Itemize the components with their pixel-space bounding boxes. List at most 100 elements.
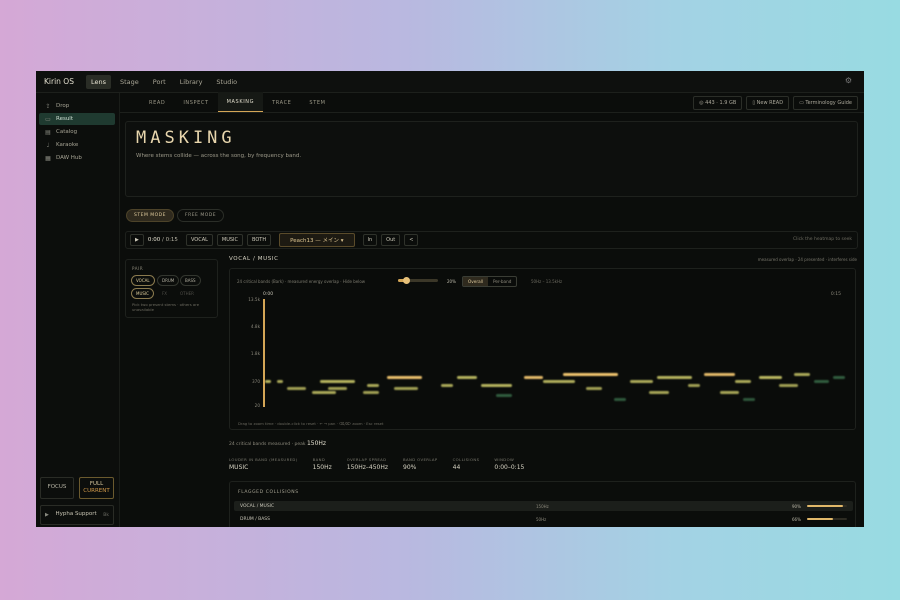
- pair-bass[interactable]: BASS: [180, 275, 201, 286]
- new-read-button[interactable]: ▯ New READ: [746, 96, 790, 110]
- collision-bar-fill: [807, 505, 843, 507]
- collision-percent: 66%: [792, 517, 801, 522]
- sidebar-item-label: Catalog: [56, 129, 78, 135]
- sidebar-item-label: Karaoke: [56, 142, 79, 148]
- collision-row[interactable]: DRUM / BASS 50Hz 66%: [234, 514, 853, 524]
- storage-info: ◎ 443 · 1.9 GB: [693, 96, 743, 110]
- heatmap-cell: [394, 387, 418, 391]
- band-summary: 24 critical bands measured · peak 150Hz: [229, 440, 326, 447]
- stat-label: COLLISIONS: [452, 457, 480, 462]
- heatmap-cell: [276, 380, 283, 383]
- collision-row[interactable]: VOCAL / MUSIC 150Hz 90%: [234, 501, 853, 511]
- upload-icon: ⇪: [45, 102, 51, 110]
- stat-value: 150Hz–450Hz: [346, 464, 388, 471]
- app-name: Kirin OS: [44, 77, 74, 86]
- heatmap-cell: [363, 390, 379, 394]
- tab-trace[interactable]: TRACE: [263, 92, 300, 112]
- y-tick-label: 1.8k: [250, 351, 260, 356]
- both-button[interactable]: BOTH: [247, 234, 272, 246]
- view-per-band[interactable]: Per-band: [488, 277, 516, 286]
- tab-inspect[interactable]: INSPECT: [174, 92, 217, 112]
- full-sublabel: CURRENT: [83, 488, 110, 494]
- peak-band: 150Hz: [306, 440, 327, 447]
- y-tick-label: 370: [252, 379, 260, 384]
- tab-stem[interactable]: STEM: [300, 92, 334, 112]
- heatmap-cell: [586, 387, 603, 391]
- sidebar-item-drop[interactable]: ⇪ Drop: [39, 100, 115, 112]
- heatmap-cell: [629, 380, 654, 383]
- collision-band: 50Hz: [536, 517, 547, 522]
- sidebar-item-label: Result: [56, 116, 73, 122]
- microphone-icon: ♩: [46, 141, 50, 149]
- heatmap-help: Drag to zoom time · double-click to rese…: [238, 421, 384, 426]
- tab-masking[interactable]: MASKING: [217, 92, 264, 112]
- sidebar-item-daw-hub[interactable]: ▦ DAW Hub: [39, 152, 115, 164]
- heatmap-cell: [794, 372, 810, 376]
- gear-icon[interactable]: ⚙: [845, 76, 852, 85]
- stat-window: WINDOW 0:00–0:15: [494, 457, 524, 471]
- current-time: 0:00: [147, 237, 161, 243]
- top-bar: Kirin OS Lens Stage Port Library Studio …: [36, 71, 864, 93]
- slider-knob[interactable]: [402, 277, 410, 284]
- vocal-button[interactable]: VOCAL: [185, 234, 213, 246]
- pair-vocal[interactable]: VOCAL: [131, 275, 155, 286]
- sidebar-item-karaoke[interactable]: ♩ Karaoke: [39, 139, 115, 151]
- stat-value: 44: [452, 464, 461, 471]
- tab-studio[interactable]: Studio: [211, 75, 242, 89]
- heatmap-cell: [523, 376, 544, 380]
- y-tick-label: 4.8k: [250, 324, 260, 329]
- stat-overlap-spread: OVERLAP SPREAD 150Hz–450Hz: [347, 457, 388, 471]
- heatmap-cell: [319, 380, 356, 383]
- heatmap-cell: [743, 398, 755, 401]
- back-button[interactable]: <: [404, 234, 419, 246]
- heatmap-cell: [778, 383, 799, 387]
- heatmap-cell: [758, 376, 783, 380]
- threshold-slider[interactable]: [398, 277, 438, 284]
- stat-value: 150Hz: [312, 464, 332, 471]
- tab-lens[interactable]: Lens: [85, 74, 111, 89]
- full-button[interactable]: FULL CURRENT: [79, 477, 114, 499]
- in-button[interactable]: In: [362, 234, 378, 246]
- tab-stage[interactable]: Stage: [115, 75, 144, 89]
- page-subtitle: Where stems collide — across the song, b…: [136, 153, 302, 159]
- sidebar-item-catalog[interactable]: ▤ Catalog: [39, 126, 115, 138]
- pair-panel: PAIR VOCAL DRUM BASS MUSIC FX OTHER Pick…: [125, 259, 218, 318]
- pair-title: PAIR: [132, 266, 144, 271]
- stat-label: BAND OVERLAP: [403, 457, 438, 462]
- out-button[interactable]: Out: [381, 234, 401, 246]
- heatmap-cell: [704, 372, 736, 376]
- heatmap-cell: [327, 387, 348, 391]
- collision-bar-fill: [807, 518, 834, 520]
- free-mode-button[interactable]: FREE MODE: [177, 209, 225, 222]
- tab-library[interactable]: Library: [175, 75, 208, 89]
- sidebar-item-result[interactable]: ▭ Result: [39, 113, 115, 125]
- terminology-guide-button[interactable]: ▭ Terminology Guide: [793, 96, 858, 110]
- stem-mode-button[interactable]: STEM MODE: [126, 209, 174, 222]
- stat-value: 0:00–0:15: [494, 464, 525, 471]
- heatmap-cell: [735, 380, 752, 383]
- pair-drum[interactable]: DRUM: [157, 275, 180, 286]
- tab-read[interactable]: READ: [140, 92, 174, 112]
- focus-button[interactable]: FOCUS: [40, 477, 74, 499]
- flagged-collisions: FLAGGED COLLISIONS VOCAL / MUSIC 150Hz 9…: [229, 481, 856, 527]
- pair-music[interactable]: MUSIC: [131, 288, 154, 299]
- heatmap-cell: [312, 390, 336, 394]
- heatmap-cell: [265, 380, 271, 383]
- sub-nav-actions: ◎ 443 · 1.9 GB ▯ New READ ▭ Terminology …: [693, 96, 858, 110]
- time-start-label: 0:00: [263, 292, 274, 297]
- heatmap-cell: [286, 387, 307, 391]
- pair-fx: FX: [162, 291, 168, 296]
- heatmap-cell: [613, 398, 626, 401]
- song-select[interactable]: Peach13 — メイン ▾: [279, 233, 355, 247]
- tab-port[interactable]: Port: [148, 75, 171, 89]
- heatmap-cell: [366, 383, 379, 387]
- legend-hint: measured overlap · 24 presented · interf…: [757, 257, 857, 262]
- play-button[interactable]: ▶: [130, 234, 144, 246]
- masking-heatmap[interactable]: 24 critical bands (Bark) · measured ener…: [229, 268, 856, 430]
- music-button[interactable]: MUSIC: [216, 234, 244, 246]
- view-toggle: Overall Per-band: [462, 276, 518, 287]
- hypha-support-button[interactable]: ▶ Hypha Support Bk: [40, 505, 114, 525]
- view-overall[interactable]: Overall: [463, 277, 488, 286]
- folder-icon: ▭: [45, 115, 51, 123]
- heatmap-plot[interactable]: [265, 299, 853, 407]
